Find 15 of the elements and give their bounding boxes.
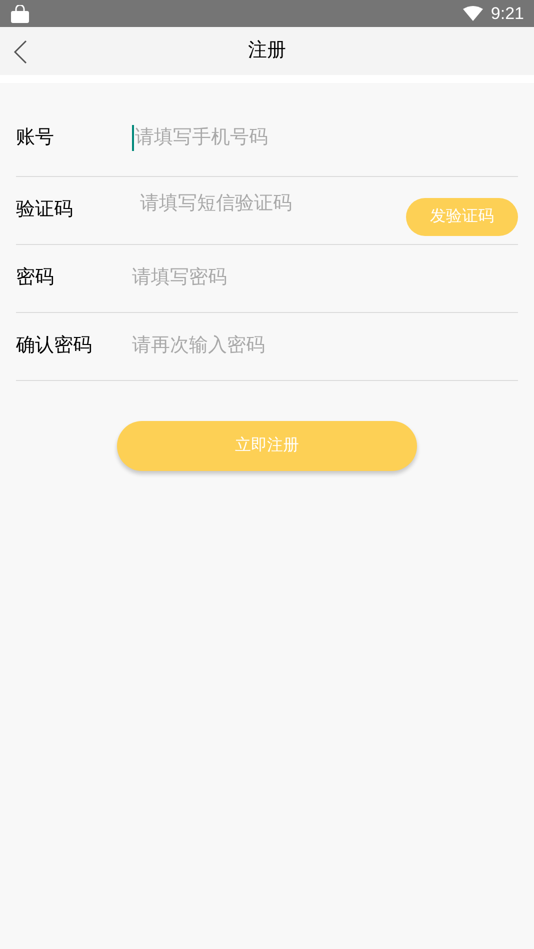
field-label: 确认密码	[16, 334, 93, 358]
page-title: 注册	[248, 38, 286, 63]
field-label: 验证码	[16, 198, 74, 222]
send-code-button[interactable]: 发验证码	[406, 198, 518, 236]
input-field[interactable]: 请填写手机号码	[135, 124, 518, 152]
shopping-bag-icon	[10, 4, 30, 22]
field-label: 密码	[16, 266, 55, 290]
input-field[interactable]: 请再次输入密码	[132, 332, 518, 361]
input-field[interactable]: 请填写密码	[132, 264, 518, 293]
field-label: 账号	[16, 126, 55, 150]
wifi-icon	[462, 6, 483, 21]
clock-time: 9:21	[490, 2, 524, 25]
input-field[interactable]: 请填写短信验证码	[132, 190, 406, 231]
register-button[interactable]: 立即注册	[117, 421, 417, 471]
chevron-left-icon	[13, 40, 27, 64]
